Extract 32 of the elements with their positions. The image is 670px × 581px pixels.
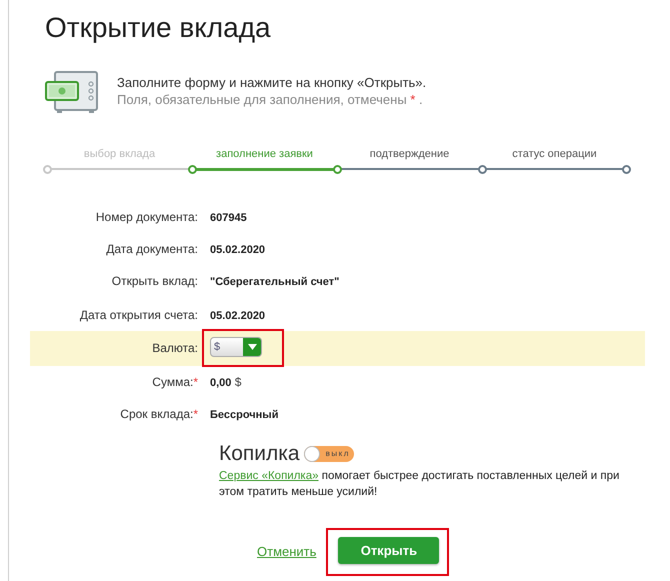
cancel-link[interactable]: Отменить [257, 544, 316, 559]
piggy-service-link[interactable]: Сервис «Копилка» [219, 470, 319, 482]
required-hint-text: Поля, обязательные для заполнения, отмечены * . [117, 91, 424, 108]
field-label: Дата открытия счета: [80, 308, 198, 322]
step-label: заполнение заявки [215, 148, 314, 162]
field-value: 05.02.2020 [210, 244, 266, 256]
field-label: Номер документа: [96, 210, 198, 224]
field-label: Дата документа: [106, 242, 198, 256]
field-value: Бессрочный [210, 408, 278, 420]
field-value: 607945 [210, 212, 247, 224]
field-value: 05.02.2020 [210, 310, 266, 322]
piggy-toggle[interactable]: выкл [304, 446, 354, 462]
field-label: Открыть вклад: [112, 274, 198, 288]
field-label: Сумма: [152, 374, 194, 388]
currency-unit: $ [234, 374, 242, 388]
amount-value: 0,00 [210, 376, 232, 388]
step-label: статус операции [511, 148, 598, 162]
required-mark: * [193, 374, 198, 388]
open-button[interactable]: Открыть [338, 536, 440, 564]
safe-icon [45, 70, 101, 114]
step-label: подтверждение [368, 148, 450, 162]
field-label: Срок вклада: [120, 406, 194, 420]
instruction-text: Заполните форму и нажмите на кнопку «Открыть». [117, 74, 426, 91]
piggy-description: Сервис «Копилка» помогает быстрее достигать поставленных целей и при этом тратить меньше усилий! [219, 468, 620, 500]
page-title: Открытие вклада [45, 12, 272, 44]
caret-icon [248, 344, 256, 350]
field-value: "Сберегательный счет" [210, 276, 340, 288]
piggy-title: Копилка [219, 442, 300, 466]
currency-select[interactable]: $ [210, 337, 262, 357]
field-label: Валюта: [152, 341, 198, 355]
required-mark: * [193, 406, 198, 420]
step-label: выбор вклада [82, 148, 156, 162]
